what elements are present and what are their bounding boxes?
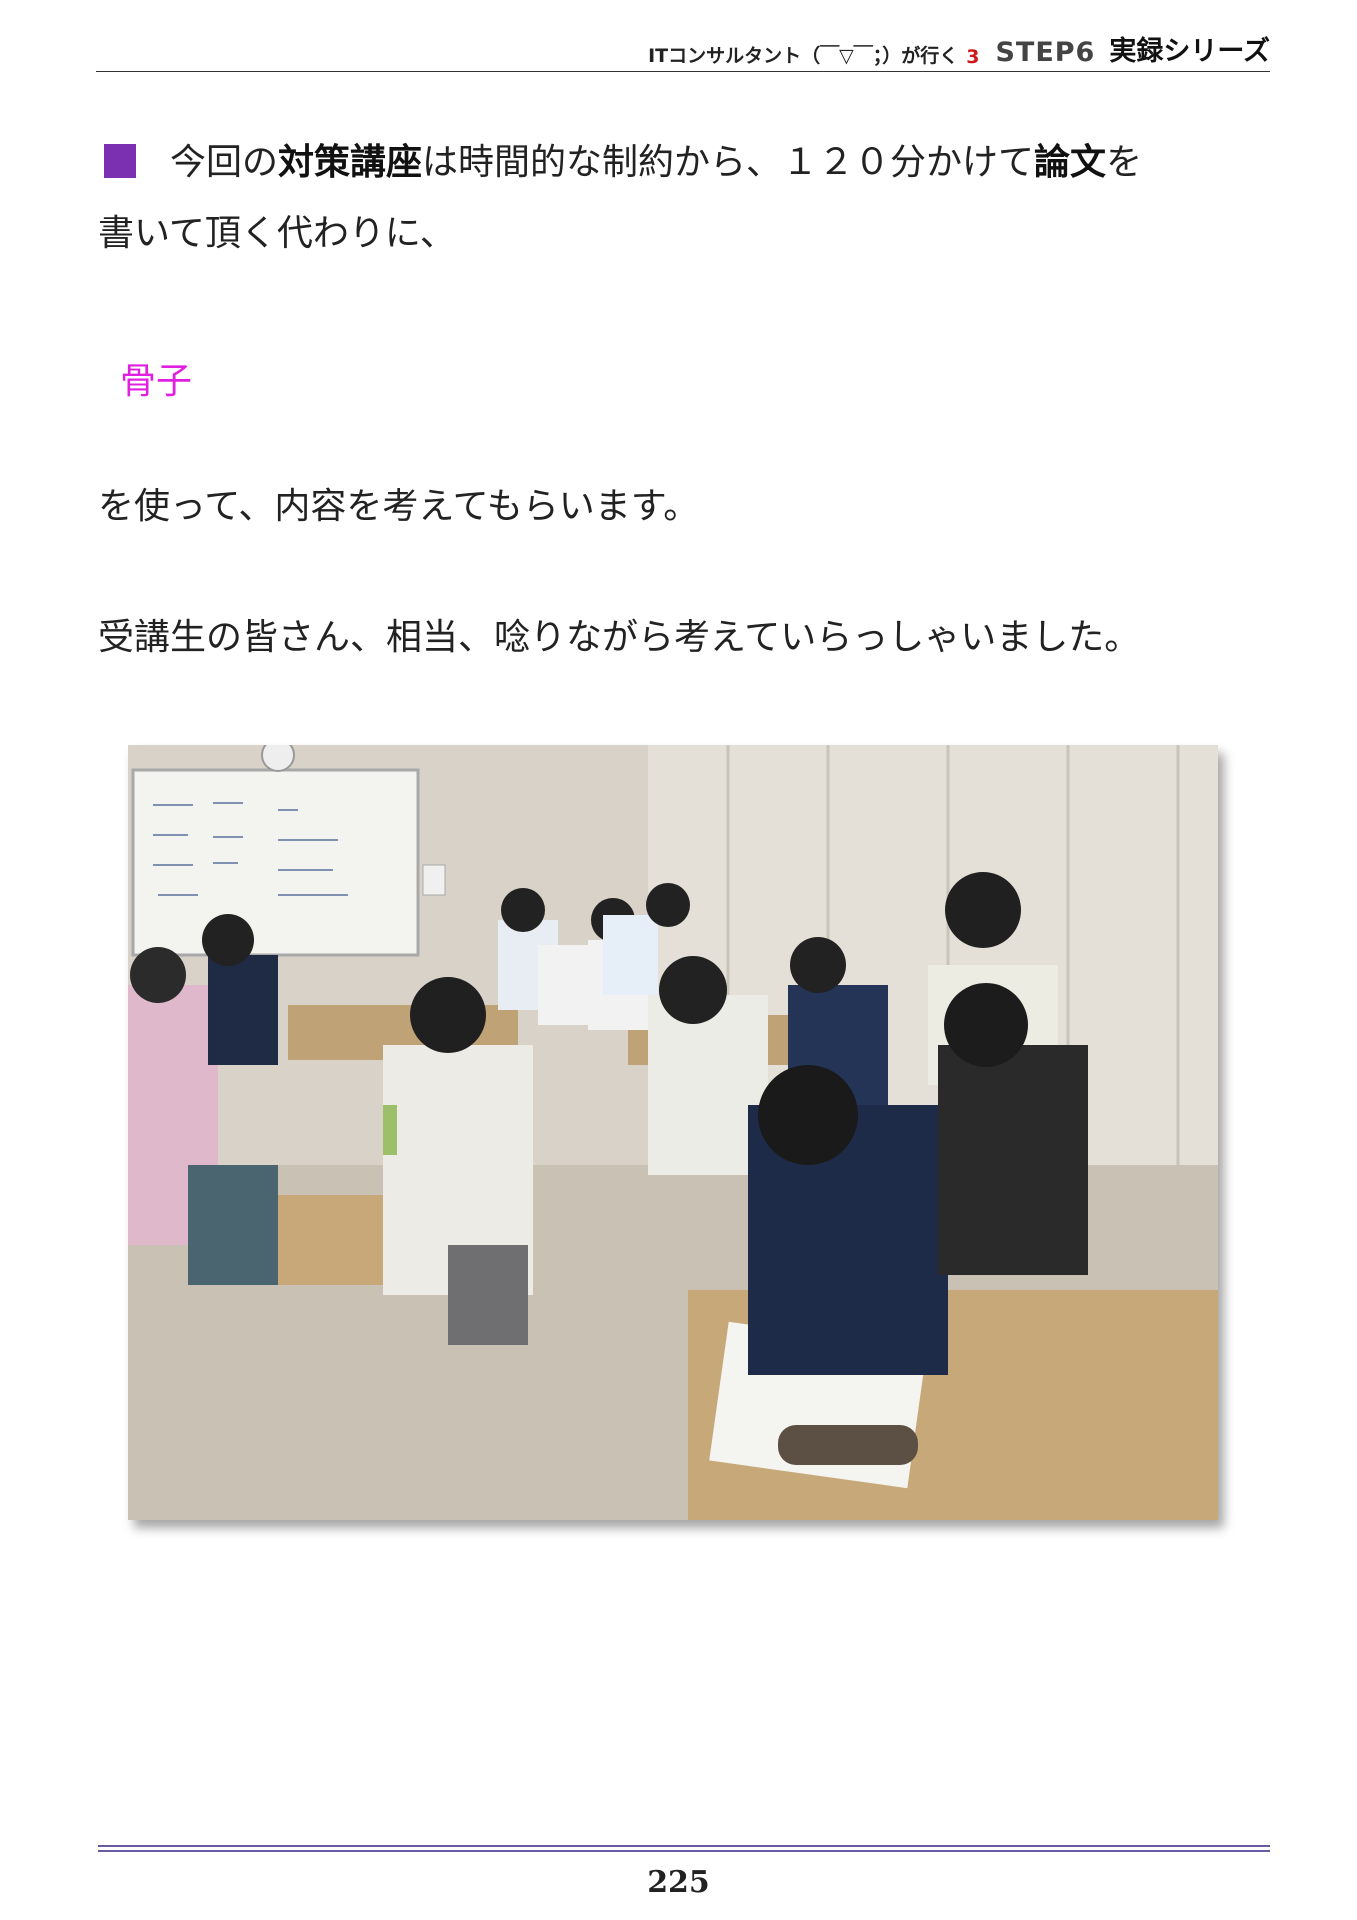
intro-text-a: 今回の xyxy=(170,142,279,183)
header-volume: 3 xyxy=(966,46,980,68)
footer-rule-bottom xyxy=(98,1850,1270,1852)
keyword-highlight: 骨子 xyxy=(120,361,193,402)
page-number: 225 xyxy=(647,1865,710,1900)
footer-rule-top xyxy=(98,1845,1270,1847)
header-step: STEP6 xyxy=(995,37,1096,68)
paragraph-intro: 今回の対策講座は時間的な制約から、１２０分かけて論文を xyxy=(98,140,1142,185)
intro-text-c: は時間的な制約から、１２０分かけて xyxy=(422,142,1035,183)
header-series-title: 実録シリーズ xyxy=(1109,36,1270,67)
square-bullet-icon xyxy=(104,144,136,178)
intro-text-b: 対策講座 xyxy=(278,141,423,183)
classroom-photo xyxy=(128,745,1218,1520)
running-header: ITコンサルタント（￣▽￣；）が行く 3 STEP6 実録シリーズ xyxy=(96,36,1270,72)
paragraph-usage: を使って、内容を考えてもらいます。 xyxy=(98,486,700,527)
classroom-illustration xyxy=(128,745,1218,1520)
intro-text-e: を xyxy=(1106,142,1143,183)
intro-line-2: 書いて頂く代わりに、 xyxy=(98,213,456,254)
intro-text-d: 論文 xyxy=(1034,141,1107,183)
paragraph-students: 受講生の皆さん、相当、唸りながら考えていらっしゃいました。 xyxy=(98,617,1141,658)
header-series: ITコンサルタント（￣▽￣；）が行く xyxy=(648,45,959,67)
